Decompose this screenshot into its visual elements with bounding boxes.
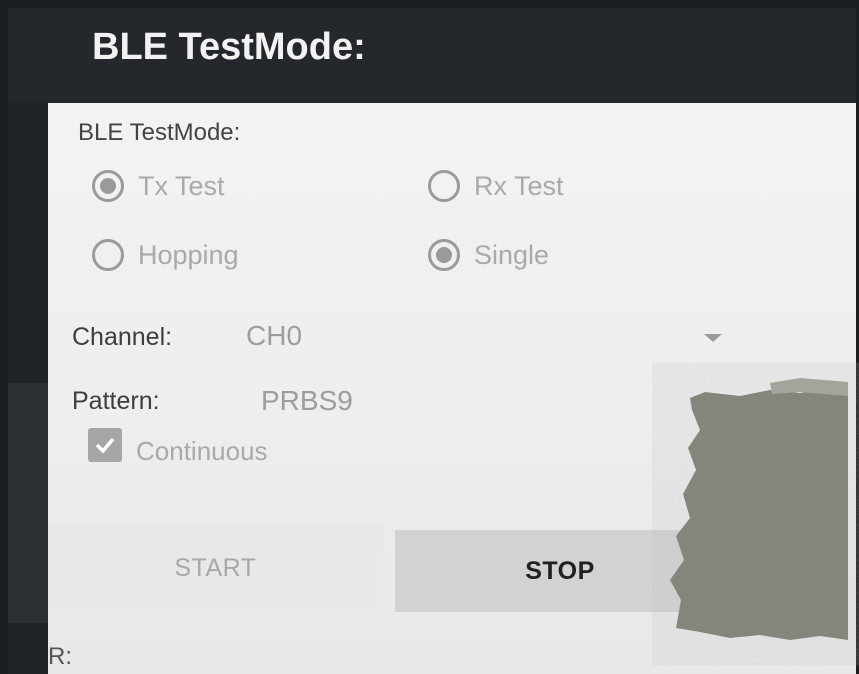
radio-tx-test[interactable]: Tx Test: [92, 170, 225, 202]
radio-tx-test-label: Tx Test: [138, 170, 225, 201]
radio-hopping-label: Hopping: [138, 239, 239, 270]
radio-checked-icon: [428, 239, 460, 271]
phone-screen: BLE TestMode: BLE TestMode: Tx Test Rx T…: [8, 8, 856, 674]
test-mode-panel: BLE TestMode: Tx Test Rx Test Hopping Si…: [48, 103, 856, 674]
start-button[interactable]: START: [48, 523, 383, 613]
stop-button[interactable]: STOP: [395, 530, 725, 612]
radio-unchecked-icon: [92, 239, 124, 271]
radio-single-label: Single: [474, 239, 550, 270]
dropdown-arrow-icon[interactable]: [704, 334, 722, 342]
radio-rx-test-label: Rx Test: [474, 170, 564, 201]
continuous-checkbox[interactable]: Continuous: [88, 427, 268, 467]
section-label: BLE TestMode:: [78, 119, 241, 146]
channel-label: Channel:: [72, 323, 173, 351]
result-label: R:: [48, 643, 72, 670]
radio-hopping[interactable]: Hopping: [92, 239, 239, 271]
channel-spinner[interactable]: CH0: [246, 320, 302, 352]
pattern-label: Pattern:: [72, 387, 160, 415]
continuous-label: Continuous: [136, 436, 268, 466]
action-bar: BLE TestMode:: [8, 8, 856, 103]
action-bar-title: BLE TestMode:: [92, 26, 366, 68]
radio-unchecked-icon: [428, 170, 460, 202]
radio-checked-icon: [92, 170, 124, 202]
radio-single[interactable]: Single: [428, 239, 549, 271]
pattern-value[interactable]: PRBS9: [261, 385, 353, 417]
radio-rx-test[interactable]: Rx Test: [428, 170, 564, 202]
check-icon: [88, 427, 122, 462]
phone-bezel-edge: [8, 383, 48, 623]
